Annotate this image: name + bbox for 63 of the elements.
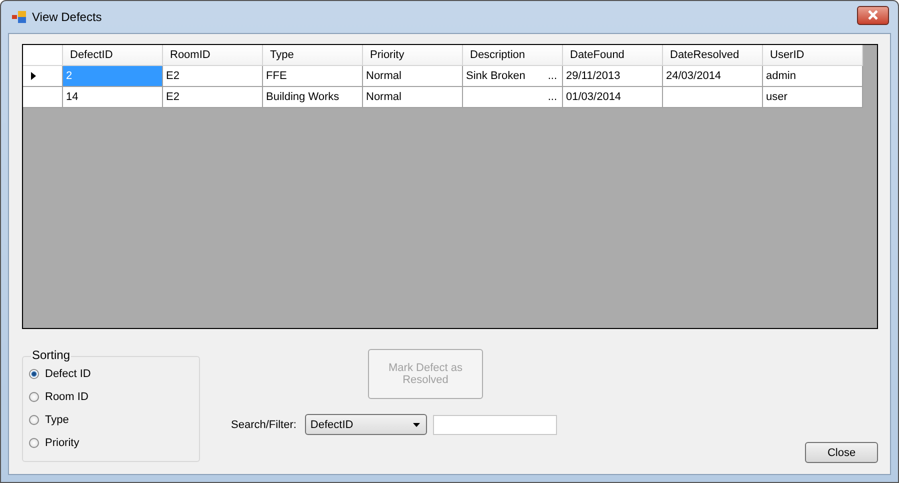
table-cell[interactable]: 14 [63,87,163,108]
window-title: View Defects [32,10,103,24]
table-cell[interactable]: 29/11/2013 [563,66,663,87]
cell-text: Sink Broken [466,70,526,82]
table-cell[interactable]: E2 [163,87,263,108]
ellipsis-button[interactable]: ... [548,91,559,103]
cell-text: Normal [366,91,402,103]
caret-icon [413,422,420,426]
cell-text: user [766,91,788,103]
radio-button[interactable] [29,392,39,402]
radio-label: Room ID [45,390,88,402]
column-header[interactable]: Type [263,45,363,66]
cell-text: E2 [166,91,180,103]
radio-label: Type [45,414,69,426]
row-header[interactable] [23,66,63,87]
radio-button[interactable] [29,414,39,424]
filter-dropdown[interactable]: DefectID [305,414,428,435]
cell-text: Building Works [266,91,340,103]
column-header[interactable]: Description [463,45,563,66]
cell-text: 24/03/2014 [666,70,722,82]
radio-label: Defect ID [45,368,91,380]
cell-text: 2 [66,70,74,82]
column-header[interactable]: DateFound [563,45,663,66]
table-cell[interactable]: Sink Broken ... [463,66,563,87]
column-header[interactable]: UserID [763,45,863,66]
radio-button[interactable] [29,438,39,448]
cell-text: 14 [66,91,80,103]
table-cell[interactable]: 01/03/2014 [563,87,663,108]
cell-text: 01/03/2014 [566,91,622,103]
radio-button[interactable] [29,368,39,378]
radio-option[interactable]: Type [29,408,193,431]
close-icon[interactable] [857,6,889,24]
corner-cell [23,45,63,66]
close-button[interactable]: Close [805,442,878,463]
table-cell[interactable]: ... [463,87,563,108]
table-cell[interactable]: Normal [363,66,463,87]
group-title: Sorting [31,348,72,362]
app-icon [12,11,26,23]
column-header[interactable]: Priority [363,45,463,66]
radio-option[interactable]: Priority [29,431,193,454]
column-header[interactable]: DefectID [63,45,163,66]
radio-label: Priority [45,436,80,448]
cell-text: Normal [366,70,402,82]
column-header[interactable]: DateResolved [663,45,763,66]
cell-text: 29/11/2013 [566,70,622,82]
table-cell[interactable]: E2 [163,66,263,87]
cell-text: admin [766,70,797,82]
search-label: Search/Filter: [231,418,296,430]
table-cell[interactable]: admin [763,66,863,87]
table-cell[interactable]: 24/03/2014 [663,66,763,87]
search-field[interactable] [433,414,558,434]
table-cell[interactable]: Building Works [263,87,363,108]
column-header[interactable]: RoomID [163,45,263,66]
cell-text: E2 [166,70,180,82]
ellipsis-button[interactable]: ... [548,70,559,82]
radio-option[interactable]: Room ID [29,385,193,408]
table-cell[interactable] [663,87,763,108]
cell-text: FFE [266,70,288,82]
table-cell[interactable]: FFE [263,66,363,87]
current-row-icon [31,72,36,80]
table-cell[interactable]: user [763,87,863,108]
table-cell[interactable]: Normal [363,87,463,108]
radio-option[interactable]: Defect ID [29,362,193,385]
